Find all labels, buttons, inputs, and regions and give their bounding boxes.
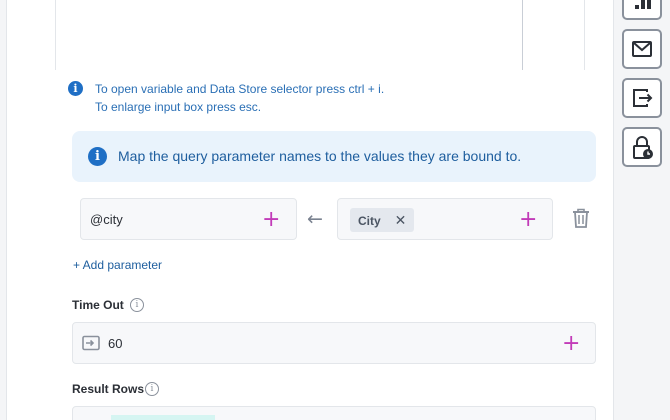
editor-hint: i To open variable and Data Store select… xyxy=(68,80,384,116)
help-icon[interactable]: i xyxy=(130,298,144,312)
hint-line-1: To open variable and Data Store selector… xyxy=(95,82,385,96)
hint-line-2: To enlarge input box press esc. xyxy=(95,100,262,114)
input-icon xyxy=(82,335,100,351)
result-rows-highlight xyxy=(111,415,215,420)
value-chip-label: City xyxy=(358,214,381,228)
value-chip[interactable]: City ✕ xyxy=(350,208,415,232)
timeout-value: 60 xyxy=(108,336,123,351)
mail-icon xyxy=(632,41,652,57)
parameter-name-value: @city xyxy=(90,212,123,227)
lock-timer-button[interactable] xyxy=(622,127,662,167)
add-variable-icon[interactable]: + xyxy=(262,209,280,231)
parameter-value-field[interactable]: City ✕ + xyxy=(337,198,553,240)
add-variable-icon[interactable]: + xyxy=(519,209,537,231)
help-icon[interactable]: i xyxy=(145,382,159,396)
query-editor[interactable] xyxy=(55,0,585,70)
add-variable-icon[interactable]: + xyxy=(562,333,580,355)
info-icon: i xyxy=(88,147,107,166)
trash-icon[interactable] xyxy=(572,208,590,228)
info-icon: i xyxy=(68,81,83,96)
timeout-field[interactable]: 60 + xyxy=(72,322,596,364)
analytics-button[interactable] xyxy=(622,0,662,20)
add-parameter-link[interactable]: + Add parameter xyxy=(73,258,162,272)
info-banner: i Map the query parameter names to the v… xyxy=(72,131,596,182)
parameter-name-field[interactable]: @city + xyxy=(80,198,297,240)
editor-scrollbar[interactable] xyxy=(522,0,523,70)
export-button[interactable] xyxy=(622,78,662,118)
chip-remove-icon[interactable]: ✕ xyxy=(395,212,407,228)
exit-icon xyxy=(633,89,653,107)
result-rows-label: Result Rows xyxy=(72,382,145,396)
result-rows-field[interactable] xyxy=(72,406,596,420)
banner-text: Map the query parameter names to the val… xyxy=(118,148,522,164)
bar-chart-icon xyxy=(635,0,651,9)
editor-border xyxy=(584,0,585,70)
lock-clock-icon xyxy=(633,136,653,159)
email-button[interactable] xyxy=(622,29,662,69)
arrow-left-icon: ← xyxy=(307,208,323,230)
timeout-label: Time Out xyxy=(72,298,124,312)
